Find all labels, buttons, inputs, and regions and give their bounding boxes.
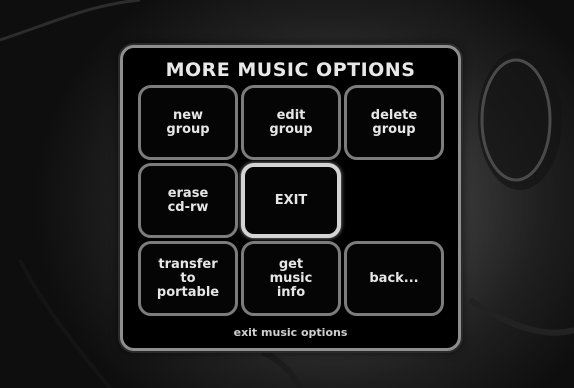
new-group-button[interactable]: new group (138, 85, 238, 160)
back-button[interactable]: back... (344, 241, 444, 316)
get-music-info-button[interactable]: get music info (241, 241, 341, 316)
edit-group-button[interactable]: edit group (241, 85, 341, 160)
delete-group-button[interactable]: delete group (344, 85, 444, 160)
dialog-title: MORE MUSIC OPTIONS (165, 59, 416, 81)
transfer-to-portable-button[interactable]: transfer to portable (138, 241, 238, 316)
more-music-options-dialog: MORE MUSIC OPTIONS new group edit group … (120, 45, 461, 351)
media-center-screen: MORE MUSIC OPTIONS new group edit group … (0, 0, 574, 388)
selection-hint: exit music options (233, 326, 348, 339)
exit-button[interactable]: EXIT (241, 163, 341, 238)
erase-cdrw-button[interactable]: erase cd-rw (138, 163, 238, 238)
